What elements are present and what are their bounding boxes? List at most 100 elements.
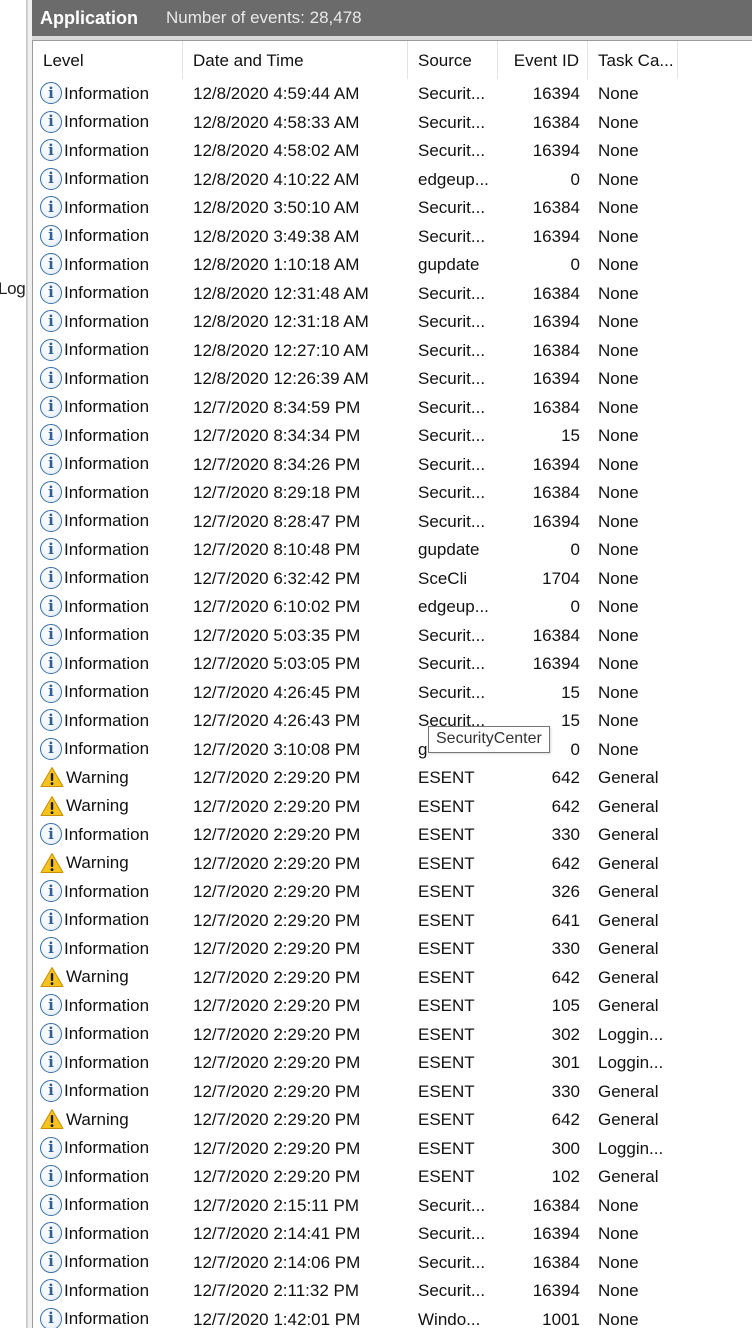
- table-row[interactable]: i Information 12/7/2020 2:11:32 PM Securit.…: [33, 1276, 752, 1305]
- table-row[interactable]: i Information 12/7/2020 2:29:20 PM ESENT 105…: [33, 991, 752, 1020]
- cell-source: Securit...: [418, 340, 486, 360]
- cell-task-category: None: [598, 112, 639, 132]
- table-row[interactable]: i Information 12/7/2020 8:10:48 PM gupdate 0…: [33, 535, 752, 564]
- table-row[interactable]: i Information 12/7/2020 8:34:59 PM Securit.…: [33, 393, 752, 422]
- level-text: Information: [64, 1081, 150, 1101]
- table-row[interactable]: i Information 12/8/2020 3:49:38 AM Securit.…: [33, 222, 752, 251]
- cell-source: gupdate: [418, 255, 480, 274]
- table-row[interactable]: Warning 12/7/2020 2:29:20 PM ESENT 642 Gener…: [33, 963, 752, 992]
- cell-task-category: Loggin...: [598, 1024, 664, 1044]
- table-row[interactable]: i Information 12/7/2020 6:32:42 PM SceCli 17…: [33, 564, 752, 593]
- information-icon: i: [40, 224, 62, 247]
- column-header-task-category[interactable]: Task Ca...: [588, 41, 678, 79]
- table-row[interactable]: i Information 12/7/2020 8:34:34 PM Securit.…: [33, 421, 752, 450]
- cell-date-time: 12/8/2020 3:50:10 AM: [193, 198, 360, 217]
- information-icon: i: [40, 880, 62, 903]
- table-row[interactable]: i Information 12/7/2020 2:29:20 PM ESENT 641…: [33, 906, 752, 935]
- table-row[interactable]: i Information 12/7/2020 8:28:47 PM Securit.…: [33, 507, 752, 536]
- table-row[interactable]: i Information 12/8/2020 12:27:10 AM Securit…: [33, 336, 752, 365]
- table-row[interactable]: i Information 12/7/2020 2:29:20 PM ESENT 326…: [33, 877, 752, 906]
- table-row[interactable]: i Information 12/8/2020 4:59:44 AM Securit.…: [33, 79, 752, 108]
- information-icon: i: [40, 509, 62, 532]
- table-row[interactable]: i Information 12/8/2020 12:31:48 AM Securit…: [33, 279, 752, 308]
- table-row[interactable]: i Information 12/8/2020 12:26:39 AM Securit…: [33, 364, 752, 393]
- cell-event-id: 0: [570, 540, 580, 559]
- information-icon: i: [40, 338, 62, 361]
- table-row[interactable]: i Information 12/8/2020 12:31:18 AM Securit…: [33, 307, 752, 336]
- cell-source: Securit...: [418, 369, 486, 388]
- cell-task-category: None: [598, 454, 639, 474]
- cell-source: Securit...: [418, 198, 486, 217]
- cell-level: i Information: [40, 79, 183, 108]
- table-row[interactable]: i Information 12/7/2020 2:14:06 PM Securit.…: [33, 1248, 752, 1277]
- cell-event-id: 641: [551, 910, 580, 930]
- cell-source: ESENT: [418, 1053, 475, 1072]
- information-icon: i: [40, 452, 62, 475]
- cell-source: Securit...: [418, 1281, 486, 1300]
- cell-source: ESENT: [418, 1167, 475, 1186]
- cell-level: i Information: [40, 279, 183, 308]
- information-icon: i: [40, 167, 62, 190]
- cell-event-id: 0: [570, 597, 580, 616]
- left-pane-text-fragment: Log: [0, 279, 26, 298]
- table-row[interactable]: i Information 12/7/2020 2:29:20 PM ESENT 300…: [33, 1134, 752, 1163]
- cell-event-id: 16394: [532, 312, 580, 331]
- level-text: Information: [64, 368, 150, 388]
- column-header-event-id[interactable]: Event ID: [498, 41, 588, 79]
- cell-event-id: 16394: [532, 1281, 580, 1300]
- cell-date-time: 12/7/2020 2:29:20 PM: [193, 1110, 361, 1129]
- table-row[interactable]: i Information 12/8/2020 1:10:18 AM gupdate 0…: [33, 250, 752, 279]
- column-header-source[interactable]: Source: [408, 41, 498, 79]
- level-text: Information: [64, 1138, 150, 1158]
- table-row[interactable]: i Information 12/7/2020 8:34:26 PM Securit.…: [33, 450, 752, 479]
- column-header-level[interactable]: Level: [33, 41, 183, 79]
- table-row[interactable]: Warning 12/7/2020 2:29:20 PM ESENT 642 Gener…: [33, 1105, 752, 1134]
- table-row[interactable]: i Information 12/7/2020 2:29:20 PM ESENT 302…: [33, 1020, 752, 1049]
- information-icon: i: [40, 110, 62, 133]
- table-row[interactable]: i Information 12/7/2020 2:15:11 PM Securit.…: [33, 1191, 752, 1220]
- table-row[interactable]: i Information 12/7/2020 2:29:20 PM ESENT 330…: [33, 1077, 752, 1106]
- cell-date-time: 12/8/2020 1:10:18 AM: [193, 255, 360, 274]
- information-icon: i: [40, 1222, 62, 1245]
- table-row[interactable]: Warning 12/7/2020 2:29:20 PM ESENT 642 Gener…: [33, 763, 752, 792]
- table-row[interactable]: i Information 12/7/2020 2:29:20 PM ESENT 330…: [33, 820, 752, 849]
- table-row[interactable]: i Information 12/7/2020 2:29:20 PM ESENT 301…: [33, 1048, 752, 1077]
- table-row[interactable]: Warning 12/7/2020 2:29:20 PM ESENT 642 Gener…: [33, 849, 752, 878]
- cell-date-time: 12/7/2020 4:26:45 PM: [193, 682, 361, 702]
- cell-task-category: General: [598, 768, 659, 787]
- column-header-date-time[interactable]: Date and Time: [183, 41, 408, 79]
- cell-date-time: 12/7/2020 2:29:20 PM: [193, 1053, 361, 1072]
- table-row[interactable]: i Information 12/8/2020 4:58:33 AM Securit.…: [33, 108, 752, 137]
- table-row[interactable]: Warning 12/7/2020 2:29:20 PM ESENT 642 Gener…: [33, 792, 752, 821]
- table-row[interactable]: i Information 12/7/2020 4:26:43 PM Securit.…: [33, 706, 752, 735]
- table-row[interactable]: i Information 12/7/2020 1:42:01 PM Windo...…: [33, 1305, 752, 1328]
- cell-level: i Information: [40, 678, 183, 707]
- table-row[interactable]: i Information 12/7/2020 4:26:45 PM Securit.…: [33, 678, 752, 707]
- table-row[interactable]: i Information 12/8/2020 4:10:22 AM edgeup..…: [33, 165, 752, 194]
- cell-source: Securit...: [418, 226, 486, 246]
- information-icon: i: [40, 652, 62, 675]
- cell-level: i Information: [40, 1219, 183, 1248]
- table-row[interactable]: i Information 12/8/2020 4:58:02 AM Securit.…: [33, 136, 752, 165]
- table-row[interactable]: i Information 12/7/2020 2:29:20 PM ESENT 330…: [33, 934, 752, 963]
- table-row[interactable]: i Information 12/7/2020 5:03:35 PM Securit.…: [33, 621, 752, 650]
- information-icon: i: [40, 623, 62, 646]
- information-icon: i: [40, 1136, 62, 1159]
- information-icon: i: [40, 196, 62, 219]
- table-row[interactable]: i Information 12/7/2020 2:14:41 PM Securit.…: [33, 1219, 752, 1248]
- table-row[interactable]: i Information 12/7/2020 5:03:05 PM Securit.…: [33, 649, 752, 678]
- level-text: Information: [64, 112, 150, 132]
- cell-date-time: 12/7/2020 2:29:20 PM: [193, 768, 361, 787]
- table-row[interactable]: i Information 12/8/2020 3:50:10 AM Securit.…: [33, 193, 752, 222]
- cell-level: i Information: [40, 393, 183, 422]
- cell-level: i Information: [40, 621, 183, 650]
- cell-task-category: None: [598, 739, 639, 759]
- cell-event-id: 302: [551, 1024, 580, 1044]
- table-row[interactable]: i Information 12/7/2020 8:29:18 PM Securit.…: [33, 478, 752, 507]
- table-row[interactable]: i Information 12/7/2020 2:29:20 PM ESENT 102…: [33, 1162, 752, 1191]
- cell-date-time: 12/7/2020 2:29:20 PM: [193, 825, 361, 844]
- cell-source: ESENT: [418, 882, 475, 901]
- cell-event-id: 642: [551, 1110, 580, 1129]
- table-row[interactable]: i Information 12/7/2020 6:10:02 PM edgeup..…: [33, 592, 752, 621]
- table-row[interactable]: i Information 12/7/2020 3:10:08 PM g 0 None: [33, 735, 752, 764]
